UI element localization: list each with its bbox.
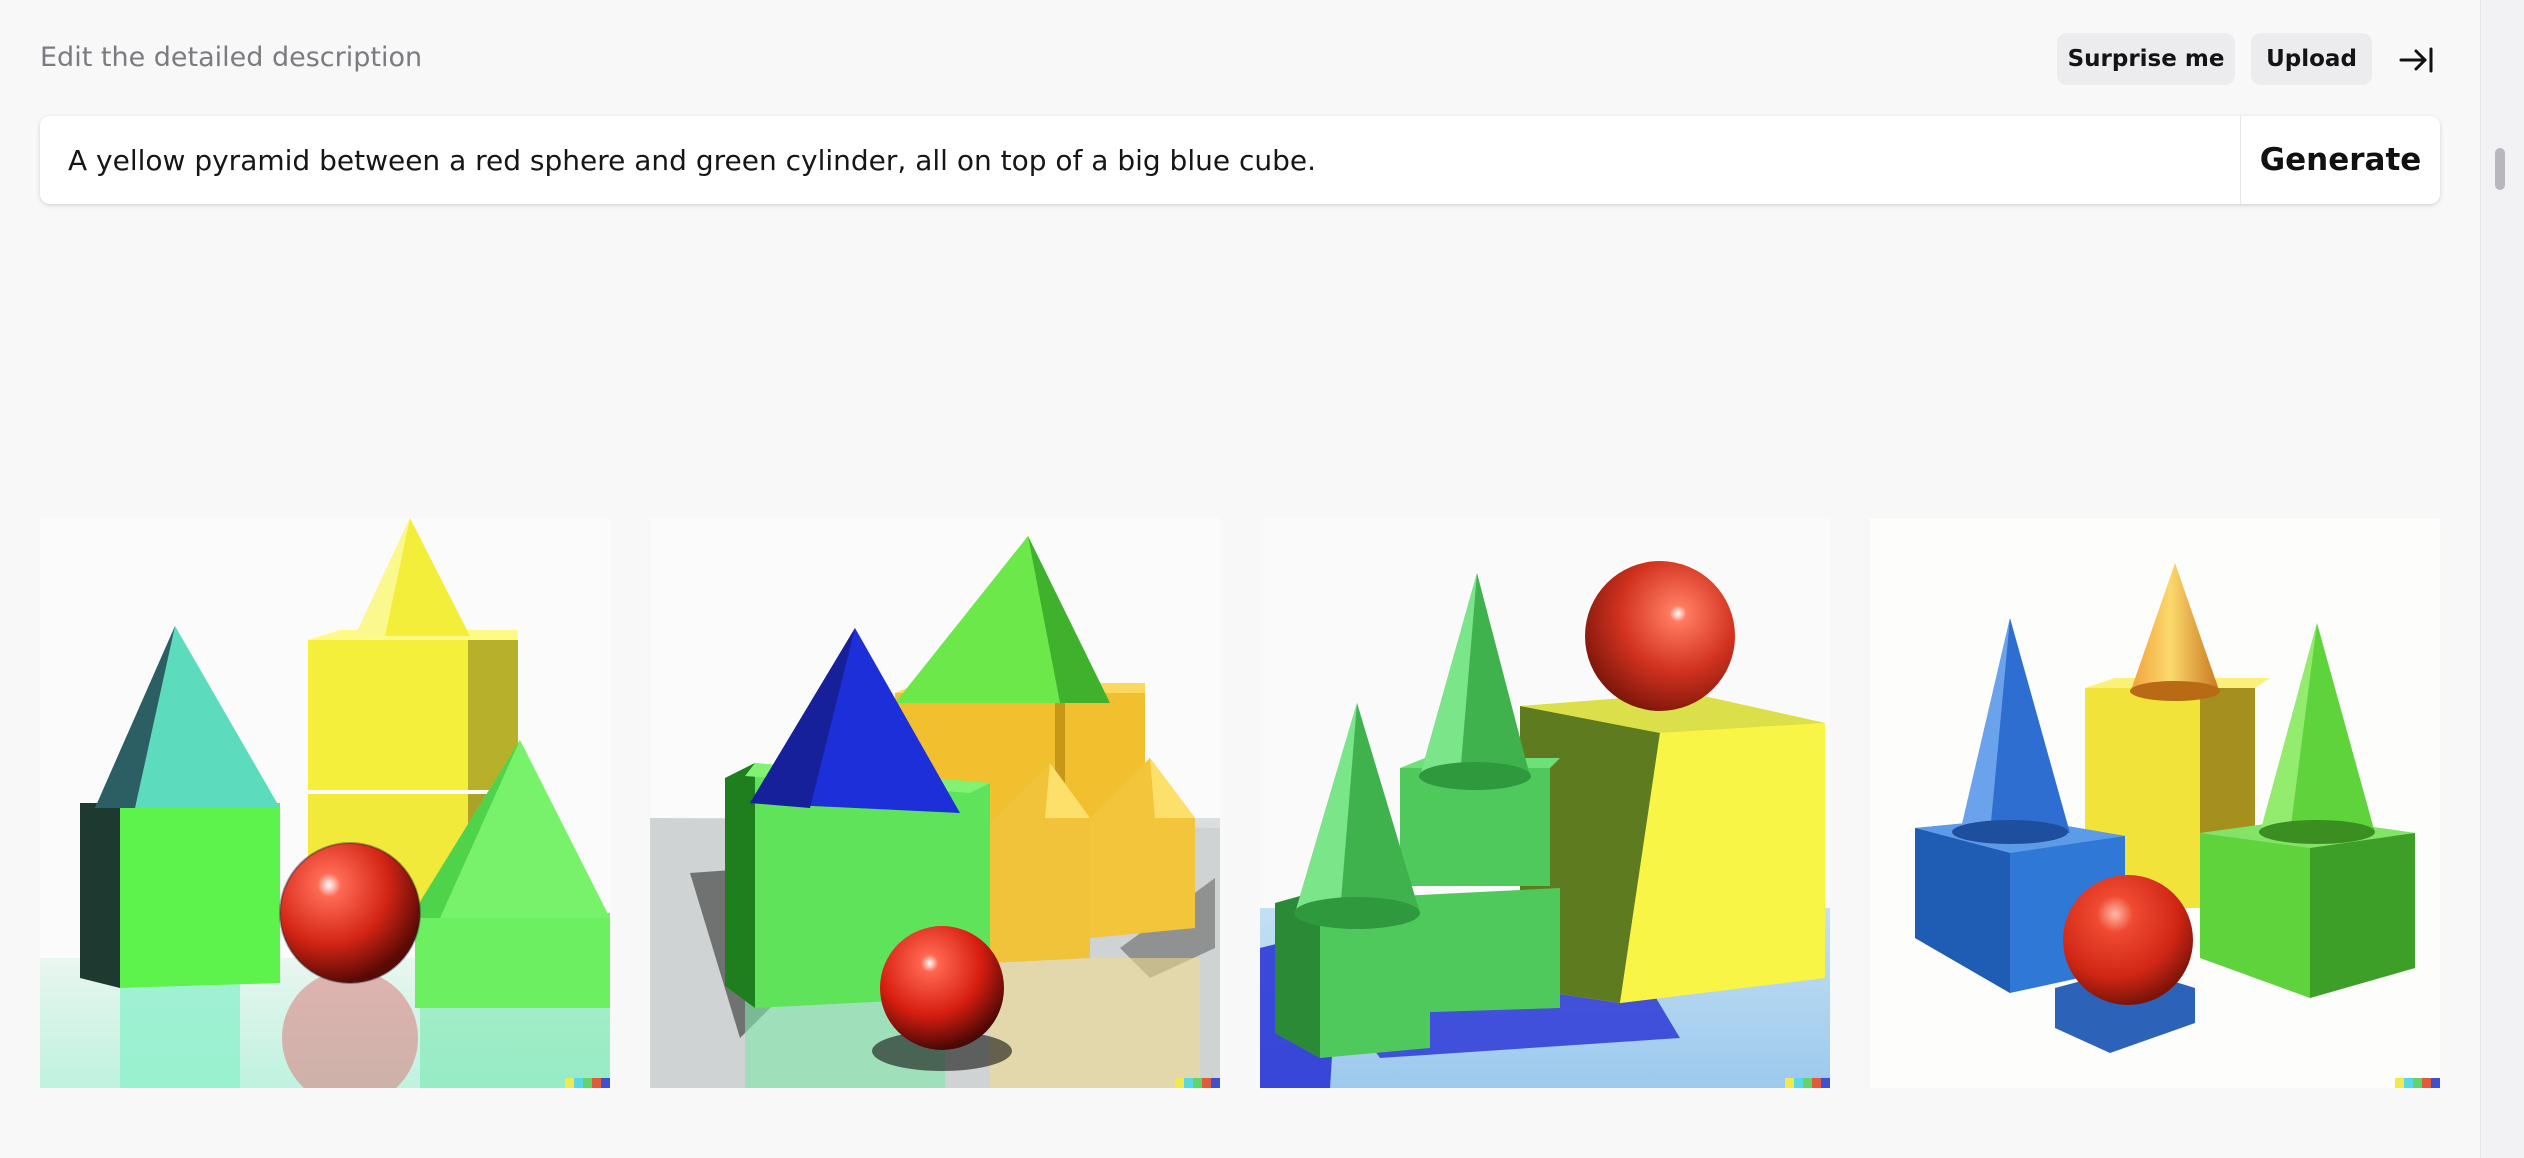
main-panel: Edit the detailed description Surprise m…	[0, 0, 2480, 1158]
generated-image-2[interactable]	[650, 518, 1220, 1088]
surprise-me-button[interactable]: Surprise me	[2057, 33, 2235, 85]
upload-button[interactable]: Upload	[2251, 33, 2372, 85]
generated-image-4[interactable]	[1870, 518, 2440, 1088]
arrow-right-to-bar-icon	[2399, 47, 2433, 73]
generated-image-1[interactable]	[40, 518, 610, 1088]
generated-image-3[interactable]	[1260, 518, 1830, 1088]
generate-button[interactable]: Generate	[2241, 116, 2440, 204]
prompt-input[interactable]	[40, 116, 2240, 204]
description-heading: Edit the detailed description	[40, 42, 423, 73]
prompt-box: Generate	[40, 116, 2440, 204]
scrollbar-thumb[interactable]	[2495, 148, 2505, 190]
collapse-panel-button[interactable]	[2394, 38, 2438, 82]
